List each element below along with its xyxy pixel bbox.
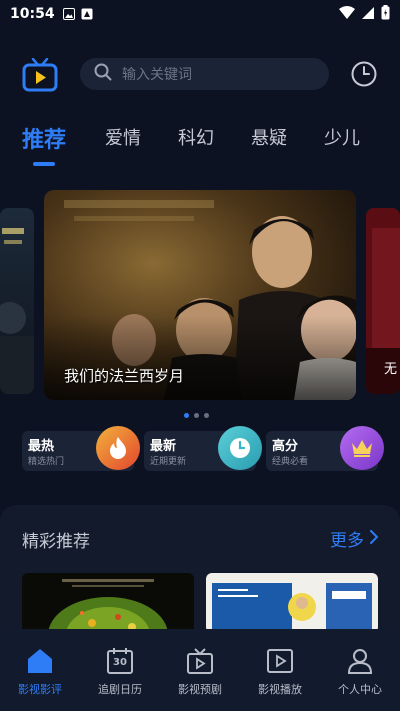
nav-label: 影视播放 [258, 683, 302, 696]
category-hot-subtitle: 精选热门 [28, 457, 65, 467]
carousel-dot[interactable] [194, 413, 199, 418]
home-icon [26, 647, 54, 675]
flame-icon [96, 426, 140, 470]
banner-prev-slide[interactable] [0, 208, 34, 394]
category-top-title: 高分 [272, 439, 299, 454]
nav-label: 影视预剧 [178, 683, 222, 696]
bottom-nav: 影视影评 30 追剧日历 影视预剧 影视播放 个人中心 [0, 629, 400, 711]
category-new-subtitle: 近期更新 [150, 457, 187, 467]
more-label: 更多 [330, 531, 364, 551]
wifi-icon [339, 5, 355, 24]
tab-scifi[interactable]: 科幻 [178, 124, 214, 150]
history-clock-icon[interactable] [350, 60, 378, 88]
nav-item-profile[interactable]: 个人中心 [320, 647, 400, 697]
gallery-icon [62, 5, 75, 24]
status-bar: 10:54 [0, 0, 400, 28]
tv-icon [186, 647, 214, 675]
carousel-dot[interactable] [184, 413, 189, 418]
category-hot-card[interactable]: 最热 精选热门 [22, 426, 140, 471]
banner-next-slide[interactable]: 无 [366, 208, 400, 394]
app-logo-icon[interactable] [22, 57, 58, 92]
more-link[interactable]: 更多 [330, 526, 379, 551]
search-icon [94, 63, 112, 85]
header: 输入关键词 [0, 56, 400, 94]
banner-next-title: 无 [384, 362, 398, 377]
nav-label: 影视影评 [18, 683, 62, 696]
calendar-icon: 30 [106, 647, 134, 675]
battery-icon [381, 4, 390, 24]
signal-icon [361, 5, 375, 24]
category-new-title: 最新 [150, 439, 177, 454]
calendar-day: 30 [113, 657, 127, 668]
nav-label: 个人中心 [338, 683, 382, 696]
banner-title: 我们的法兰西岁月 [64, 367, 185, 385]
poster-card[interactable] [22, 573, 194, 633]
nav-item-reviews[interactable]: 影视影评 [0, 647, 80, 697]
category-top-card[interactable]: 高分 经典必看 [266, 426, 384, 471]
tab-kids[interactable]: 少儿 [324, 124, 360, 150]
tab-active-indicator [33, 162, 55, 166]
category-hot-title: 最热 [28, 439, 55, 454]
chevron-right-icon [370, 529, 379, 549]
category-tabs: 推荐 爱情 科幻 悬疑 少儿 [0, 124, 400, 170]
carousel-dots [184, 413, 209, 418]
clock-icon [218, 426, 262, 470]
nav-label: 追剧日历 [98, 683, 142, 696]
tab-recommended[interactable]: 推荐 [22, 122, 66, 154]
nav-item-play[interactable]: 影视播放 [240, 647, 320, 697]
person-icon [346, 647, 374, 675]
play-icon [266, 647, 294, 675]
category-new-card[interactable]: 最新 近期更新 [144, 426, 262, 471]
poster-card[interactable] [206, 573, 378, 633]
recommended-title: 精彩推荐 [22, 532, 90, 552]
category-top-subtitle: 经典必看 [272, 457, 309, 467]
search-placeholder: 输入关键词 [122, 67, 192, 83]
carousel-dot[interactable] [204, 413, 209, 418]
nav-item-preview[interactable]: 影视预剧 [160, 647, 240, 697]
crown-icon [340, 426, 384, 470]
banner-main-slide[interactable]: 我们的法兰西岁月 [44, 190, 356, 400]
nav-item-calendar[interactable]: 30 追剧日历 [80, 647, 160, 697]
notification-icon [81, 5, 93, 24]
status-time: 10:54 [10, 6, 55, 22]
search-input[interactable]: 输入关键词 [80, 58, 329, 90]
tab-romance[interactable]: 爱情 [105, 124, 141, 150]
tab-mystery[interactable]: 悬疑 [251, 124, 287, 150]
